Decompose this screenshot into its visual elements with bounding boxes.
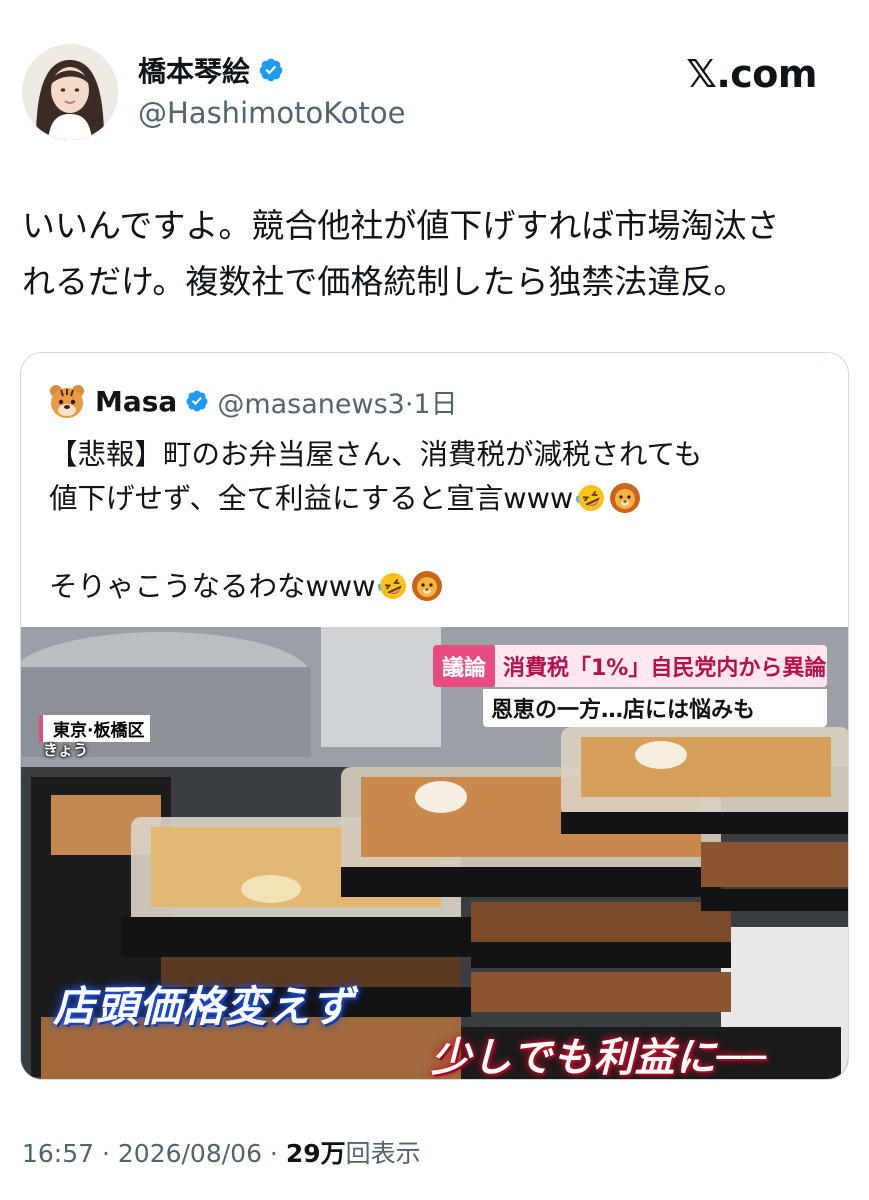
quoted-post-age: ·1日 bbox=[404, 388, 458, 420]
post-text-line: れるだけ。複数社で価格統制したら独禁法違反。 bbox=[22, 262, 747, 301]
author-display-name[interactable]: 橋本琴絵 bbox=[138, 50, 250, 90]
view-count: 29万 bbox=[285, 1139, 346, 1168]
rolling-on-floor-laughing-emoji-icon bbox=[576, 485, 605, 511]
post-text: いいんですよ。競合他社が値下げすれば市場淘汰さ れるだけ。複数社で価格統制したら… bbox=[22, 198, 852, 310]
quoted-author-handle[interactable]: @masanews3·1日 bbox=[217, 382, 457, 421]
quoted-text-line-2: 値下げせず、全て利益にすると宣言www bbox=[49, 477, 829, 521]
verified-badge-icon bbox=[259, 58, 283, 82]
news-video-thumbnail[interactable]: 議論 消費税「1%」自民党内から異論 恩恵の一方…店には悩みも every. 東… bbox=[21, 627, 848, 1080]
location-label: 東京·板橋区 bbox=[39, 715, 151, 742]
post-text-line: いいんですよ。競合他社が値下げすれば市場淘汰さ bbox=[22, 206, 780, 245]
post-meta: 16:57 · 2026/08/06 · 29万回表示 bbox=[22, 1134, 421, 1170]
lion-emoji-icon bbox=[412, 571, 443, 601]
view-count-label: 回表示 bbox=[345, 1139, 421, 1168]
author-handle[interactable]: @HashimotoKotoe bbox=[138, 96, 406, 130]
caption-badge: 議論 bbox=[433, 645, 495, 687]
rolling-on-floor-laughing-emoji-icon bbox=[378, 573, 407, 599]
author-name-row: 橋本琴絵 bbox=[138, 50, 284, 90]
subtitle-blue: 店頭価格変えず bbox=[53, 982, 355, 1031]
quoted-text-line-1: 【悲報】町のお弁当屋さん、消費税が減税されても bbox=[49, 438, 703, 471]
quoted-text-line-3: そりゃこうなるわなwww bbox=[49, 565, 829, 609]
author-avatar[interactable] bbox=[22, 44, 118, 140]
network-logo: every. bbox=[779, 715, 813, 728]
tiger-emoji-icon bbox=[50, 385, 84, 418]
caption-subheadline: 恩恵の一方…店には悩みも bbox=[483, 689, 827, 727]
post-header: 橋本琴絵 @HashimotoKotoe 𝕏.com bbox=[0, 0, 869, 160]
subtitle-red: 少しでも利益に── bbox=[431, 1035, 767, 1080]
quoted-text-spacer bbox=[49, 521, 829, 565]
quoted-post-header: Masa @masanews3·1日 bbox=[47, 381, 458, 421]
post-timestamp[interactable]: 16:57 · 2026/08/06 · bbox=[22, 1139, 286, 1168]
quoted-post-text: 【悲報】町のお弁当屋さん、消費税が減税されても 値下げせず、全て利益にすると宣言… bbox=[49, 433, 829, 609]
quoted-post-card[interactable]: Masa @masanews3·1日 【悲報】町のお弁当屋さん、消費税が減税され… bbox=[20, 352, 849, 1080]
quoted-author-name[interactable]: Masa bbox=[95, 385, 177, 418]
caption-headline: 消費税「1%」自民党内から異論 bbox=[495, 645, 827, 687]
time-label: きょう bbox=[43, 741, 89, 759]
verified-badge-icon bbox=[186, 390, 208, 412]
lion-emoji-icon bbox=[610, 483, 641, 513]
x-logo: 𝕏.com bbox=[686, 52, 817, 96]
